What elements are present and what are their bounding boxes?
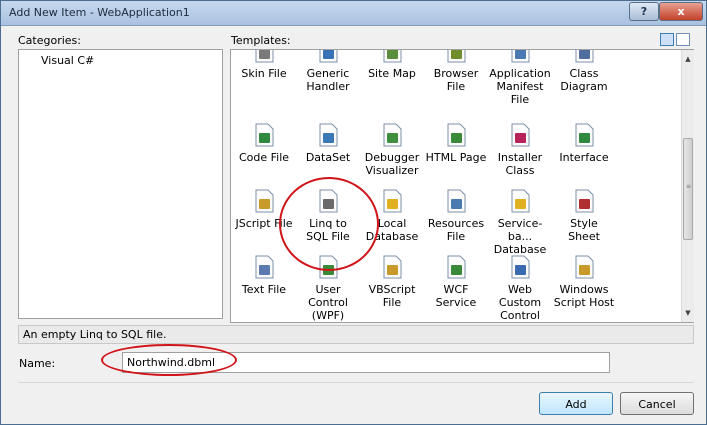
template-item-label: Class Diagram: [560, 67, 608, 93]
template-item[interactable]: Generic Handler: [297, 50, 359, 93]
template-item-label: JScript File: [235, 217, 293, 230]
small-icons-view-icon[interactable]: [676, 33, 690, 46]
scroll-up-arrow-icon[interactable]: ▲: [682, 52, 694, 66]
template-item[interactable]: Site Map: [361, 50, 423, 80]
name-input[interactable]: [122, 352, 610, 373]
template-item-label: Resources File: [427, 217, 485, 243]
browser-file-icon: [447, 50, 466, 63]
template-description: An empty Linq to SQL file.: [18, 325, 694, 344]
cancel-button[interactable]: Cancel: [620, 392, 694, 415]
template-item[interactable]: Interface: [553, 122, 615, 164]
web-custom-control-icon: [511, 255, 530, 279]
template-item-label: Generic Handler: [306, 67, 350, 93]
categories-label: Categories:: [18, 34, 81, 47]
help-button[interactable]: ?: [629, 2, 659, 21]
window-title: Add New Item - WebApplication1: [9, 6, 190, 19]
template-item[interactable]: JScript File: [233, 188, 295, 230]
html-page-icon: [447, 123, 466, 147]
scroll-thumb[interactable]: ≡: [683, 138, 693, 240]
user-control-wpf-icon: [319, 255, 338, 279]
template-item-label: Web Custom Control: [498, 283, 542, 322]
template-item[interactable]: User Control (WPF): [297, 254, 359, 322]
template-item[interactable]: Local Database: [361, 188, 423, 243]
templates-list[interactable]: Skin File Generic Handler Site Map Browser …: [230, 49, 694, 323]
template-item-label: HTML Page: [425, 151, 487, 164]
style-sheet-icon: [575, 189, 594, 213]
template-item[interactable]: WCF Service: [425, 254, 487, 309]
template-item-label: Debugger Visualizer: [364, 151, 420, 177]
template-item[interactable]: Web Custom Control: [489, 254, 551, 322]
site-map-icon: [383, 50, 402, 63]
template-item[interactable]: Resources File: [425, 188, 487, 243]
resources-file-icon: [447, 189, 466, 213]
name-label: Name:: [19, 357, 56, 370]
template-item[interactable]: VBScript File: [361, 254, 423, 309]
installer-class-icon: [511, 123, 530, 147]
template-item[interactable]: Service-ba... Database: [489, 188, 551, 256]
windows-script-host-icon: [575, 255, 594, 279]
templates-label: Templates:: [231, 34, 291, 47]
template-item-label: VBScript File: [368, 283, 416, 309]
template-item-label: Skin File: [241, 67, 287, 80]
template-item[interactable]: Application Manifest File: [489, 50, 551, 106]
categories-tree[interactable]: Visual C#: [18, 49, 223, 319]
add-new-item-dialog: Add New Item - WebApplication1 ? x Categ…: [0, 0, 707, 425]
service-based-database-icon: [511, 189, 530, 213]
template-item-label: Code File: [238, 151, 290, 164]
skin-file-icon: [255, 50, 274, 63]
divider: [18, 382, 694, 383]
title-bar[interactable]: Add New Item - WebApplication1 ? x: [1, 1, 706, 26]
template-item[interactable]: HTML Page: [425, 122, 487, 164]
interface-icon: [575, 123, 594, 147]
template-item[interactable]: Linq to SQL File: [297, 188, 359, 243]
scroll-down-arrow-icon[interactable]: ▼: [682, 306, 694, 320]
template-item[interactable]: Style Sheet: [553, 188, 615, 243]
template-item-label: Linq to SQL File: [306, 217, 350, 243]
template-item-label: User Control (WPF): [308, 283, 348, 322]
templates-scrollbar[interactable]: ▲ ≡ ▼: [681, 50, 694, 322]
dataset-icon: [319, 123, 338, 147]
template-item-label: WCF Service: [435, 283, 477, 309]
template-item-label: Browser File: [433, 67, 479, 93]
scroll-grip-icon: ≡: [686, 183, 692, 190]
linq-to-sql-file-icon: [319, 189, 338, 213]
vbscript-file-icon: [383, 255, 402, 279]
add-button[interactable]: Add: [539, 392, 613, 415]
jscript-file-icon: [255, 189, 274, 213]
template-item[interactable]: Debugger Visualizer: [361, 122, 423, 177]
template-item[interactable]: DataSet: [297, 122, 359, 164]
local-database-icon: [383, 189, 402, 213]
template-item-label: DataSet: [305, 151, 351, 164]
debugger-visualizer-icon: [383, 123, 402, 147]
template-item-label: Service-ba... Database: [493, 217, 547, 256]
application-manifest-icon: [511, 50, 530, 63]
template-item-label: Application Manifest File: [489, 67, 551, 106]
template-item-label: Style Sheet: [568, 217, 600, 243]
generic-handler-icon: [319, 50, 338, 63]
template-item-label: Interface: [559, 151, 609, 164]
template-item-label: Windows Script Host: [553, 283, 615, 309]
template-item-label: Local Database: [365, 217, 419, 243]
template-item-label: Text File: [241, 283, 287, 296]
class-diagram-icon: [575, 50, 594, 63]
template-item-label: Installer Class: [497, 151, 543, 177]
wcf-service-icon: [447, 255, 466, 279]
large-icons-view-icon[interactable]: [660, 33, 674, 46]
category-item-visual-csharp[interactable]: Visual C#: [41, 54, 94, 67]
code-file-icon: [255, 123, 274, 147]
close-button[interactable]: x: [659, 2, 703, 21]
template-item[interactable]: Code File: [233, 122, 295, 164]
template-item[interactable]: Browser File: [425, 50, 487, 93]
template-item[interactable]: Skin File: [233, 50, 295, 80]
template-item[interactable]: Windows Script Host: [553, 254, 615, 309]
template-item[interactable]: Class Diagram: [553, 50, 615, 93]
text-file-icon: [255, 255, 274, 279]
template-item[interactable]: Text File: [233, 254, 295, 296]
template-item[interactable]: Installer Class: [489, 122, 551, 177]
view-mode-toggle: [658, 33, 690, 49]
template-item-label: Site Map: [368, 67, 416, 80]
